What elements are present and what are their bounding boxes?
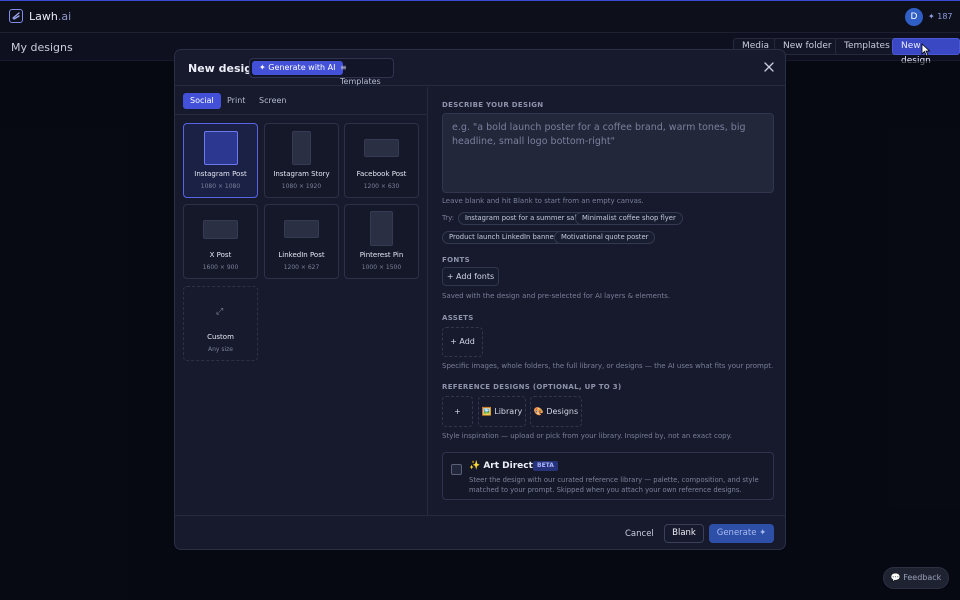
generate-button[interactable]: Generate ✦ xyxy=(709,524,774,543)
add-reference-button[interactable]: + xyxy=(442,396,473,427)
art-director-description: Steer the design with our curated refere… xyxy=(469,476,759,494)
art-director-option[interactable]: ✨ Art Director BETA Steer the design wit… xyxy=(442,452,774,500)
format-size: Any size xyxy=(208,346,233,353)
format-card-linkedin-post[interactable]: LinkedIn Post 1200 × 627 xyxy=(264,204,339,279)
reference-designs-button[interactable]: 🎨 Designs xyxy=(530,396,582,427)
format-size: 1200 × 627 xyxy=(283,264,320,271)
modal-header: New design ✦ Generate with AI ≡ Template… xyxy=(175,50,785,86)
resize-icon: ⤢ xyxy=(216,307,224,317)
mode-toggle: ✦ Generate with AI ≡ Templates xyxy=(249,58,394,86)
templates-tab[interactable]: ≡ Templates xyxy=(333,61,393,86)
describe-label: DESCRIBE YOUR DESIGN xyxy=(442,101,544,109)
blank-button[interactable]: Blank xyxy=(664,524,704,543)
try-label: Try: xyxy=(442,214,455,222)
tab-screen[interactable]: Screen xyxy=(252,93,294,109)
templates-button[interactable]: Templates xyxy=(835,38,899,55)
format-name: X Post xyxy=(209,251,232,259)
beta-badge: BETA xyxy=(533,461,558,471)
format-thumbnail xyxy=(204,131,238,165)
cursor-icon xyxy=(921,43,931,57)
suggestion-chip[interactable]: Minimalist coffee shop flyer xyxy=(575,212,683,225)
design-options: DESCRIBE YOUR DESIGN e.g. "a bold launch… xyxy=(429,87,785,515)
tab-print[interactable]: Print xyxy=(220,93,252,109)
format-name: Custom xyxy=(207,333,234,341)
brand-name[interactable]: Lawh.ai xyxy=(29,10,71,23)
format-size: 1000 × 1500 xyxy=(361,264,402,271)
reference-library-button[interactable]: 🖼️ Library xyxy=(478,396,526,427)
format-name: Facebook Post xyxy=(356,170,407,178)
assets-hint: Specific images, whole folders, the full… xyxy=(442,362,774,370)
format-size: 1600 × 900 xyxy=(202,264,239,271)
format-name: LinkedIn Post xyxy=(278,251,325,259)
assets-label: ASSETS xyxy=(442,314,474,322)
format-card-pinterest-pin[interactable]: Pinterest Pin 1000 × 1500 xyxy=(344,204,419,279)
add-assets-button[interactable]: + Add xyxy=(442,327,483,357)
tab-social[interactable]: Social xyxy=(183,93,221,109)
format-size: 1080 × 1920 xyxy=(281,183,322,190)
prompt-textarea[interactable]: e.g. "a bold launch poster for a coffee … xyxy=(442,113,774,193)
logo-icon[interactable] xyxy=(9,9,23,23)
format-picker: Social Print Screen Instagram Post 1080 … xyxy=(175,87,428,515)
feedback-button[interactable]: 💬 Feedback xyxy=(883,567,949,589)
format-size: 1080 × 1080 xyxy=(200,183,241,190)
generate-with-ai-tab[interactable]: ✦ Generate with AI xyxy=(252,61,343,75)
fonts-label: FONTS xyxy=(442,256,470,264)
new-design-modal: New design ✦ Generate with AI ≡ Template… xyxy=(174,49,786,550)
art-director-checkbox[interactable] xyxy=(451,464,462,475)
format-name: Pinterest Pin xyxy=(359,251,404,259)
format-thumbnail xyxy=(203,220,238,239)
format-thumbnail xyxy=(292,131,311,165)
page-title: My designs xyxy=(11,41,73,54)
suggestion-chip[interactable]: Product launch LinkedIn banner xyxy=(442,231,564,244)
fonts-hint: Saved with the design and pre-selected f… xyxy=(442,292,671,300)
format-card-instagram-post[interactable]: Instagram Post 1080 × 1080 xyxy=(183,123,258,198)
category-tabs: Social Print Screen xyxy=(175,87,428,115)
credits-counter: ✦ 187 xyxy=(928,12,953,21)
cancel-button[interactable]: Cancel xyxy=(625,529,654,539)
describe-hint: Leave blank and hit Blank to start from … xyxy=(442,197,644,205)
format-size: 1200 × 630 xyxy=(363,183,400,190)
format-card-x-post[interactable]: X Post 1600 × 900 xyxy=(183,204,258,279)
close-icon[interactable] xyxy=(763,61,775,73)
format-thumbnail xyxy=(370,211,393,246)
suggestion-chip[interactable]: Motivational quote poster xyxy=(554,231,656,244)
avatar[interactable]: D xyxy=(905,8,923,26)
format-name: Instagram Post xyxy=(194,170,247,178)
references-hint: Style inspiration — upload or pick from … xyxy=(442,432,732,440)
format-thumbnail xyxy=(284,220,319,238)
format-card-custom[interactable]: ⤢ Custom Any size xyxy=(183,286,258,361)
top-bar: Lawh.ai D ✦ 187 xyxy=(0,0,960,33)
format-thumbnail xyxy=(364,139,399,157)
format-card-instagram-story[interactable]: Instagram Story 1080 × 1920 xyxy=(264,123,339,198)
format-card-facebook-post[interactable]: Facebook Post 1200 × 630 xyxy=(344,123,419,198)
format-name: Instagram Story xyxy=(273,170,330,178)
modal-footer: Cancel Blank Generate ✦ xyxy=(175,515,785,549)
suggestion-chip[interactable]: Instagram post for a summer sale xyxy=(458,212,588,225)
add-fonts-button[interactable]: + Add fonts xyxy=(442,267,499,286)
references-label: REFERENCE DESIGNS (OPTIONAL, UP TO 3) xyxy=(442,383,622,391)
